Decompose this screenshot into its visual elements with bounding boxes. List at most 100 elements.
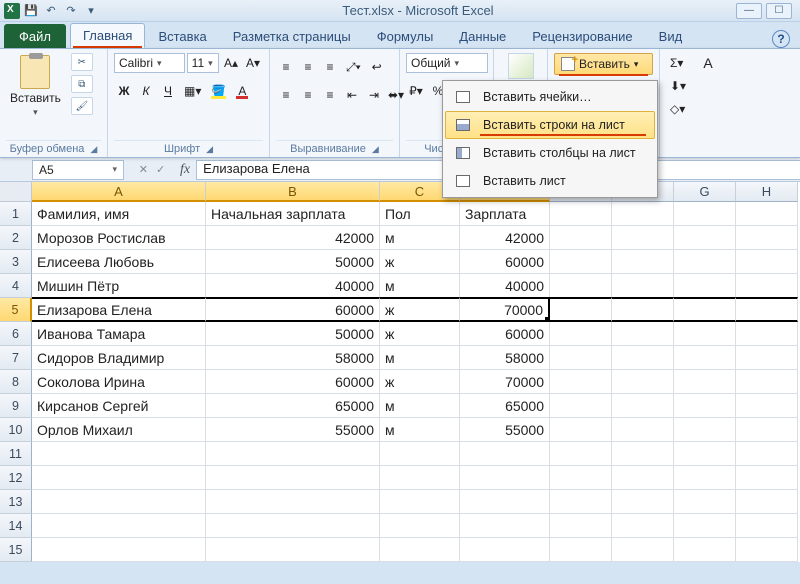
cell-D7[interactable]: 58000 [460, 346, 550, 370]
cell-B12[interactable] [206, 466, 380, 490]
cell-F14[interactable] [612, 514, 674, 538]
cell-B13[interactable] [206, 490, 380, 514]
cell-G13[interactable] [674, 490, 736, 514]
align-middle-icon[interactable]: ≡ [298, 57, 318, 77]
orientation-icon[interactable]: ⤢▾ [342, 57, 365, 77]
autosum-icon[interactable]: Σ▾ [666, 53, 687, 73]
menu-insert-cells[interactable]: Вставить ячейки… [445, 83, 655, 111]
cell-A11[interactable] [32, 442, 206, 466]
increase-indent-icon[interactable]: ⇥ [364, 85, 384, 105]
align-left-icon[interactable]: ≡ [276, 85, 296, 105]
row-header-6[interactable]: 6 [0, 322, 32, 346]
cell-A13[interactable] [32, 490, 206, 514]
wrap-text-icon[interactable]: ↩ [367, 57, 387, 77]
cell-B1[interactable]: Начальная зарплата [206, 202, 380, 226]
menu-insert-sheet[interactable]: Вставить лист [445, 167, 655, 195]
cell-E7[interactable] [550, 346, 612, 370]
cell-G6[interactable] [674, 322, 736, 346]
cell-F13[interactable] [612, 490, 674, 514]
menu-insert-cols[interactable]: Вставить столбцы на лист [445, 139, 655, 167]
cell-A6[interactable]: Иванова Тамара [32, 322, 206, 346]
tab-data[interactable]: Данные [446, 24, 519, 48]
cell-B14[interactable] [206, 514, 380, 538]
cell-F12[interactable] [612, 466, 674, 490]
cell-H7[interactable] [736, 346, 798, 370]
cell-C10[interactable]: м [380, 418, 460, 442]
row-header-15[interactable]: 15 [0, 538, 32, 562]
cell-F5[interactable] [612, 297, 674, 322]
cell-G2[interactable] [674, 226, 736, 250]
cell-E15[interactable] [550, 538, 612, 562]
cell-H5[interactable] [736, 297, 798, 322]
cell-A7[interactable]: Сидоров Владимир [32, 346, 206, 370]
cell-D4[interactable]: 40000 [460, 274, 550, 298]
cell-G12[interactable] [674, 466, 736, 490]
border-button[interactable]: ▦▾ [180, 81, 205, 101]
row-header-13[interactable]: 13 [0, 490, 32, 514]
cell-D15[interactable] [460, 538, 550, 562]
cell-A8[interactable]: Соколова Ирина [32, 370, 206, 394]
cell-G11[interactable] [674, 442, 736, 466]
cell-F10[interactable] [612, 418, 674, 442]
cell-F7[interactable] [612, 346, 674, 370]
cell-D1[interactable]: Зарплата [460, 202, 550, 226]
shrink-font-icon[interactable]: A▾ [243, 53, 263, 73]
cell-A12[interactable] [32, 466, 206, 490]
cell-F2[interactable] [612, 226, 674, 250]
tab-page-layout[interactable]: Разметка страницы [220, 24, 364, 48]
cell-H10[interactable] [736, 418, 798, 442]
cell-F6[interactable] [612, 322, 674, 346]
minimize-button[interactable]: — [736, 3, 762, 19]
col-header-G[interactable]: G [674, 182, 736, 202]
align-center-icon[interactable]: ≡ [298, 85, 318, 105]
cell-E11[interactable] [550, 442, 612, 466]
cell-B2[interactable]: 42000 [206, 226, 380, 250]
tab-home[interactable]: Главная [70, 23, 145, 48]
cell-C8[interactable]: ж [380, 370, 460, 394]
cell-G7[interactable] [674, 346, 736, 370]
cell-E3[interactable] [550, 250, 612, 274]
cell-A2[interactable]: Морозов Ростислав [32, 226, 206, 250]
cell-E9[interactable] [550, 394, 612, 418]
cell-G14[interactable] [674, 514, 736, 538]
row-header-10[interactable]: 10 [0, 418, 32, 442]
tab-insert[interactable]: Вставка [145, 24, 219, 48]
format-painter-icon[interactable]: 🖌 [71, 97, 93, 115]
decrease-indent-icon[interactable]: ⇤ [342, 85, 362, 105]
align-bottom-icon[interactable]: ≡ [320, 57, 340, 77]
cell-C11[interactable] [380, 442, 460, 466]
cell-H9[interactable] [736, 394, 798, 418]
cell-G5[interactable] [674, 297, 736, 322]
cell-D9[interactable]: 65000 [460, 394, 550, 418]
save-icon[interactable]: 💾 [22, 2, 40, 20]
cell-D12[interactable] [460, 466, 550, 490]
cell-F15[interactable] [612, 538, 674, 562]
cell-H14[interactable] [736, 514, 798, 538]
cell-D3[interactable]: 60000 [460, 250, 550, 274]
col-header-H[interactable]: H [736, 182, 798, 202]
help-icon[interactable]: ? [772, 30, 790, 48]
cell-E10[interactable] [550, 418, 612, 442]
cell-B6[interactable]: 50000 [206, 322, 380, 346]
cell-G4[interactable] [674, 274, 736, 298]
select-all-corner[interactable] [0, 182, 32, 202]
row-header-8[interactable]: 8 [0, 370, 32, 394]
find-icon[interactable]: A [698, 53, 718, 73]
row-header-3[interactable]: 3 [0, 250, 32, 274]
cell-E13[interactable] [550, 490, 612, 514]
cut-icon[interactable]: ✂ [71, 53, 93, 71]
italic-button[interactable]: К [136, 81, 156, 101]
tab-file[interactable]: Файл [4, 24, 66, 48]
cell-C5[interactable]: ж [380, 297, 460, 322]
cell-B3[interactable]: 50000 [206, 250, 380, 274]
row-header-1[interactable]: 1 [0, 202, 32, 226]
cell-C14[interactable] [380, 514, 460, 538]
cell-C15[interactable] [380, 538, 460, 562]
cell-F3[interactable] [612, 250, 674, 274]
cell-G10[interactable] [674, 418, 736, 442]
underline-button[interactable]: Ч [158, 81, 178, 101]
cell-E2[interactable] [550, 226, 612, 250]
cell-C7[interactable]: м [380, 346, 460, 370]
cell-C12[interactable] [380, 466, 460, 490]
cell-D11[interactable] [460, 442, 550, 466]
